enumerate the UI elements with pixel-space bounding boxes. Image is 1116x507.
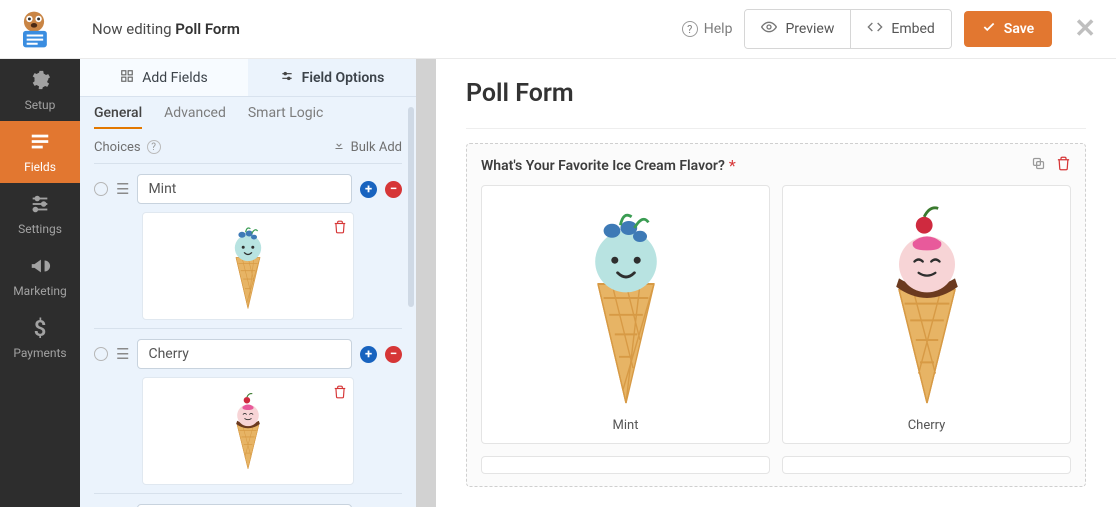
- drag-handle-icon[interactable]: ☰: [116, 345, 129, 363]
- help-icon: ?: [682, 21, 698, 37]
- mint-cone-icon: [218, 219, 278, 314]
- subtab-general[interactable]: General: [94, 105, 142, 129]
- choice-image-preview[interactable]: [142, 377, 354, 485]
- tab-label: Add Fields: [142, 70, 208, 86]
- sidebar-item-settings[interactable]: Settings: [0, 183, 80, 245]
- delete-button[interactable]: [1056, 156, 1071, 175]
- bulk-add-label: Bulk Add: [351, 140, 402, 155]
- form-title: Poll Form: [466, 79, 1086, 108]
- tab-add-fields[interactable]: Add Fields: [80, 59, 248, 96]
- embed-label: Embed: [891, 21, 934, 37]
- grid-icon: [120, 69, 134, 87]
- main-sidebar: Setup Fields Settings Marketing $ Paymen…: [0, 59, 80, 507]
- help-link[interactable]: ? Help: [682, 21, 733, 37]
- scrollbar[interactable]: [408, 107, 414, 307]
- sidebar-item-payments[interactable]: $ Payments: [0, 307, 80, 369]
- option-card[interactable]: Mint: [481, 185, 770, 444]
- subtab-smart-logic[interactable]: Smart Logic: [248, 105, 323, 129]
- bulk-add-link[interactable]: Bulk Add: [333, 139, 402, 155]
- close-button[interactable]: ✕: [1068, 10, 1102, 48]
- sidebar-label: Setup: [25, 98, 56, 112]
- duplicate-button[interactable]: [1031, 156, 1046, 175]
- sidebar-label: Marketing: [13, 284, 67, 298]
- default-radio[interactable]: [94, 182, 108, 196]
- sliders-icon: [280, 69, 294, 87]
- editing-label: Now editing Poll Form: [92, 20, 240, 38]
- preview-button[interactable]: Preview: [745, 10, 850, 48]
- save-label: Save: [1004, 21, 1034, 37]
- field-panel: Add Fields Field Options General Advance…: [80, 59, 416, 507]
- remove-choice-button[interactable]: −: [385, 181, 402, 198]
- sidebar-item-fields[interactable]: Fields: [0, 121, 80, 183]
- cherry-cone-icon: [221, 386, 275, 476]
- mint-cone-icon: [551, 200, 701, 410]
- tab-field-options[interactable]: Field Options: [248, 59, 416, 96]
- cherry-cone-icon: [852, 200, 1002, 410]
- option-label: Mint: [613, 418, 639, 433]
- embed-button[interactable]: Embed: [850, 10, 950, 48]
- option-card[interactable]: [782, 456, 1071, 474]
- form-name: Poll Form: [175, 20, 240, 38]
- save-button[interactable]: Save: [964, 11, 1052, 47]
- trash-icon[interactable]: [333, 384, 347, 403]
- add-choice-button[interactable]: +: [360, 346, 377, 363]
- sidebar-label: Fields: [24, 160, 56, 174]
- choice-image-preview[interactable]: [142, 212, 354, 320]
- sidebar-label: Settings: [18, 222, 62, 236]
- default-radio[interactable]: [94, 347, 108, 361]
- choices-label: Choices: [94, 140, 141, 155]
- field-card[interactable]: What's Your Favorite Ice Cream Flavor? *…: [466, 143, 1086, 487]
- gear-icon: [29, 69, 51, 94]
- sidebar-label: Payments: [13, 346, 66, 360]
- help-icon[interactable]: ?: [147, 140, 161, 154]
- editing-prefix: Now editing: [92, 20, 175, 38]
- download-icon: [333, 139, 345, 155]
- choice-row: ☰ + −: [94, 493, 402, 507]
- choice-input[interactable]: [137, 174, 352, 204]
- eye-icon: [761, 19, 777, 39]
- sidebar-item-marketing[interactable]: Marketing: [0, 245, 80, 307]
- panel-resize-handle[interactable]: [416, 59, 436, 507]
- option-card[interactable]: [481, 456, 770, 474]
- divider: [466, 128, 1086, 129]
- required-asterisk: *: [729, 156, 736, 175]
- check-icon: [982, 20, 996, 38]
- choice-row: ☰ + −: [94, 328, 402, 493]
- form-preview: Poll Form What's Your Favorite Ice Cream…: [436, 59, 1116, 507]
- drag-handle-icon[interactable]: ☰: [116, 180, 129, 198]
- sidebar-item-setup[interactable]: Setup: [0, 59, 80, 121]
- choice-input[interactable]: [137, 339, 352, 369]
- bullhorn-icon: [29, 255, 51, 280]
- add-choice-button[interactable]: +: [360, 181, 377, 198]
- option-label: Cherry: [908, 418, 946, 433]
- field-label: What's Your Favorite Ice Cream Flavor?: [481, 158, 725, 174]
- trash-icon[interactable]: [333, 219, 347, 238]
- help-label: Help: [704, 21, 733, 37]
- dollar-icon: $: [34, 317, 47, 342]
- preview-label: Preview: [785, 21, 834, 37]
- wpforms-logo: [10, 5, 58, 53]
- sliders-icon: [29, 193, 51, 218]
- remove-choice-button[interactable]: −: [385, 346, 402, 363]
- form-icon: [29, 131, 51, 156]
- choice-row: ☰ + −: [94, 163, 402, 328]
- tab-label: Field Options: [302, 70, 385, 86]
- code-icon: [867, 19, 883, 39]
- option-card[interactable]: Cherry: [782, 185, 1071, 444]
- subtab-advanced[interactable]: Advanced: [164, 105, 226, 129]
